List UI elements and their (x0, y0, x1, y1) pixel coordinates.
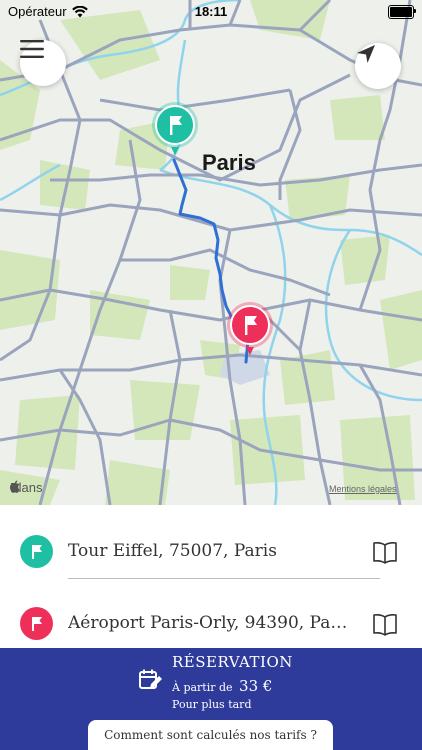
city-label: Paris (202, 150, 256, 175)
status-time: 18:11 (194, 4, 228, 19)
menu-icon (20, 40, 44, 58)
reservation-title: RÉSERVATION (172, 653, 293, 671)
origin-address-text[interactable]: Tour Eiffel, 75007, Paris (68, 541, 358, 561)
price-prefix: À partir de (172, 681, 233, 694)
price-amount: 33 € (239, 677, 273, 695)
map-provider-logo: Plans (10, 480, 43, 495)
address-list: Tour Eiffel, 75007, Paris Aéroport Paris… (0, 505, 422, 648)
battery-icon (388, 5, 416, 19)
destination-address-row[interactable]: Aéroport Paris-Orly, 94390, Paray... (0, 595, 422, 655)
flag-icon (31, 616, 42, 631)
apple-logo-icon (10, 480, 20, 493)
reservation-price: À partir de 33 € (172, 677, 272, 695)
destination-flag-badge (20, 607, 53, 640)
menu-button[interactable] (20, 40, 66, 86)
legal-link[interactable]: Mentions légales (329, 484, 397, 494)
reservation-later-label: Pour plus tard (172, 698, 252, 711)
origin-address-row[interactable]: Tour Eiffel, 75007, Paris (0, 523, 422, 583)
locate-button[interactable] (355, 43, 401, 89)
reservation-bar[interactable]: RÉSERVATION À partir de 33 € Pour plus t… (0, 648, 422, 750)
flag-icon (31, 544, 42, 559)
address-divider (68, 578, 380, 579)
address-book-icon[interactable] (372, 539, 398, 565)
address-book-icon[interactable] (372, 611, 398, 637)
calendar-edit-icon (139, 669, 162, 689)
destination-address-text[interactable]: Aéroport Paris-Orly, 94390, Paray... (68, 613, 348, 633)
map-view[interactable]: Paris Plans Mentions légales (0, 0, 422, 505)
tarif-info-button[interactable]: Comment sont calculés nos tarifs ? (88, 720, 333, 750)
status-bar: Opérateur 18:11 (0, 0, 422, 22)
location-arrow-icon (357, 45, 375, 63)
origin-flag-badge (20, 535, 53, 568)
